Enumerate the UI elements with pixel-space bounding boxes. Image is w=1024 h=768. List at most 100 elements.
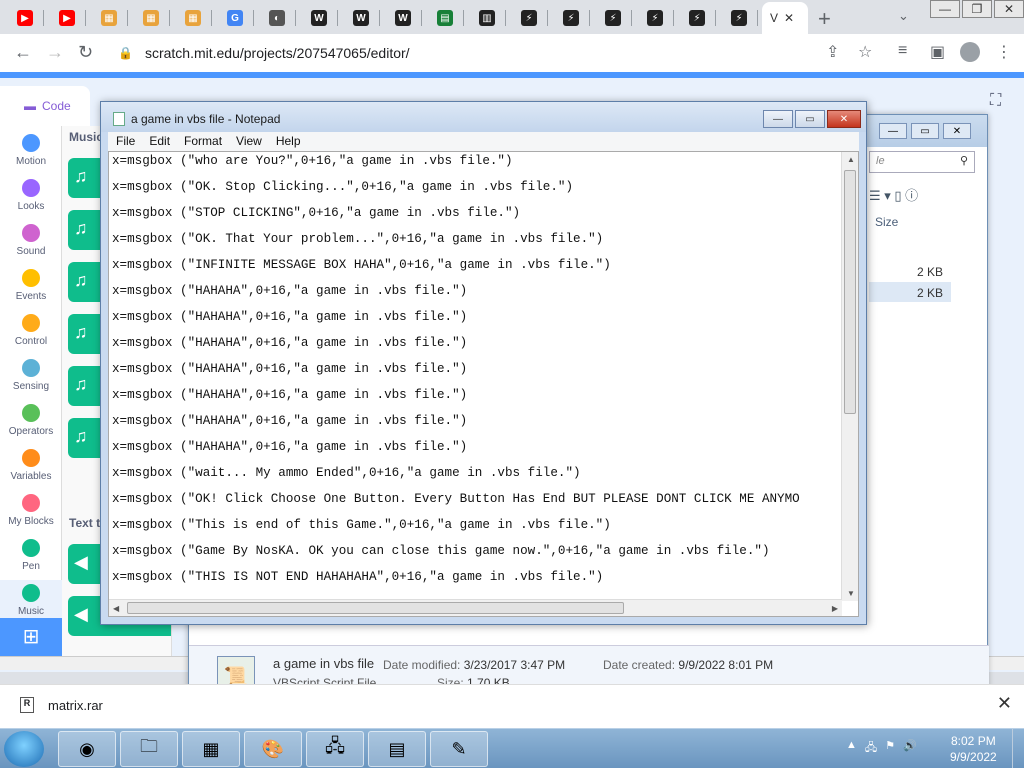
menu-help[interactable]: Help: [276, 132, 301, 151]
menu-file[interactable]: File: [116, 132, 135, 151]
close-button[interactable]: ✕: [943, 123, 971, 139]
vertical-scrollbar[interactable]: ▲ ▼: [841, 152, 858, 601]
browser-tab[interactable]: ⚡: [636, 4, 674, 32]
category-operators[interactable]: Operators: [0, 400, 62, 445]
category-my-blocks[interactable]: My Blocks: [0, 490, 62, 535]
scroll-up-arrow-icon[interactable]: ▲: [847, 155, 855, 164]
address-bar[interactable]: 🔒 scratch.mit.edu/projects/207547065/edi…: [108, 38, 878, 68]
new-tab-button[interactable]: +: [818, 6, 831, 32]
browser-tab[interactable]: ⚡: [510, 4, 548, 32]
browser-tab[interactable]: ⚡: [594, 4, 632, 32]
browser-tab[interactable]: ▶: [48, 4, 86, 32]
modified-value: 3/23/2017 3:47 PM: [463, 658, 566, 672]
browser-tab[interactable]: ⚡: [678, 4, 716, 32]
maximize-button[interactable]: ▭: [911, 123, 939, 139]
close-tab-icon[interactable]: ✕: [784, 11, 794, 25]
tab-separator: [463, 10, 464, 26]
horizontal-scrollbar[interactable]: ◀ ▶: [109, 599, 842, 616]
back-arrow-icon[interactable]: ←: [14, 42, 32, 63]
scroll-left-arrow-icon[interactable]: ◀: [113, 604, 119, 613]
menu-format[interactable]: Format: [184, 132, 222, 151]
scratch-icon: ▦: [143, 10, 159, 26]
category-looks[interactable]: Looks: [0, 175, 62, 220]
google-icon: G: [227, 10, 243, 26]
forward-arrow-icon[interactable]: →: [46, 42, 64, 63]
close-button[interactable]: ✕: [827, 110, 861, 128]
column-header-size[interactable]: Size: [875, 215, 898, 229]
browser-tab[interactable]: ▦: [132, 4, 170, 32]
start-button[interactable]: [4, 731, 44, 767]
restore-button[interactable]: ❐: [962, 0, 992, 18]
chrome-taskbar-icon[interactable]: ◉: [58, 731, 116, 767]
browser-tab[interactable]: G: [216, 4, 254, 32]
close-window-button[interactable]: ✕: [994, 0, 1024, 18]
category-pen[interactable]: Pen: [0, 535, 62, 580]
category-events[interactable]: Events: [0, 265, 62, 310]
browser-tab[interactable]: ⚡: [720, 4, 758, 32]
scroll-down-arrow-icon[interactable]: ▼: [847, 589, 855, 598]
browser-tab[interactable]: ◐: [258, 4, 296, 32]
fullscreen-icon[interactable]: ⛶: [990, 92, 1001, 110]
explorer-taskbar-icon[interactable]: 🗀: [120, 731, 178, 767]
browser-tab[interactable]: ⚡: [552, 4, 590, 32]
reload-icon[interactable]: ↻: [78, 42, 93, 63]
url-text: scratch.mit.edu/projects/207547065/edito…: [144, 45, 410, 61]
cmd-taskbar-icon[interactable]: ▤: [368, 731, 426, 767]
notepad-text-area[interactable]: x=msgbox ("who are You?",0+16,"a game in…: [108, 151, 859, 617]
view-options-icon[interactable]: ☰ ▾ ▯ ⓘ: [869, 185, 918, 204]
active-tab[interactable]: V ✕: [762, 2, 808, 34]
scroll-right-arrow-icon[interactable]: ▶: [832, 604, 838, 613]
taskbar: ◉ 🗀 ▦ 🎨 🖧 ▤ ✎ ▲ 🖧 ⚑ 🔊 8:02 PM 9/9/2022: [0, 728, 1024, 768]
paint-taskbar-icon[interactable]: 🎨: [244, 731, 302, 767]
category-control[interactable]: Control: [0, 310, 62, 355]
add-extension-button[interactable]: ⊞: [0, 618, 62, 656]
browser-tab[interactable]: ▦: [90, 4, 128, 32]
tab-separator: [589, 10, 590, 26]
profile-avatar[interactable]: [960, 42, 980, 62]
close-download-shelf-icon[interactable]: ✕: [997, 693, 1012, 714]
notepad-titlebar[interactable]: a game in vbs file - Notepad: [101, 102, 866, 132]
browser-tab[interactable]: W: [342, 4, 380, 32]
action-center-icon[interactable]: ⚑: [885, 739, 895, 758]
menu-kebab-icon[interactable]: ⋮: [996, 42, 1012, 62]
media-controls-icon[interactable]: ≡: [898, 42, 907, 60]
category-label: Events: [15, 291, 47, 302]
explorer-search-input[interactable]: le ⚲: [869, 151, 975, 173]
category-motion[interactable]: Motion: [0, 130, 62, 175]
browser-tabstrip: ▶ ▶ ▦ ▦ ▦ G ◐ W W W ▤ ▥ ⚡ ⚡ ⚡ ⚡ ⚡ ⚡ V ✕ + ⌄ — ❐ ✕: [0, 0, 1024, 34]
tab-code[interactable]: ▬ Code: [0, 86, 90, 126]
browser-tab[interactable]: ▥: [468, 4, 506, 32]
minimize-button[interactable]: —: [879, 123, 907, 139]
download-item[interactable]: R matrix.rar: [20, 697, 103, 713]
tab-separator: [169, 10, 170, 26]
share-icon[interactable]: ⇪: [826, 42, 839, 62]
show-hidden-icons[interactable]: ▲: [846, 739, 857, 758]
notepad-taskbar-icon[interactable]: ✎: [430, 731, 488, 767]
volume-icon[interactable]: 🔊: [903, 739, 917, 758]
network-icon[interactable]: 🖧: [865, 739, 877, 758]
vertical-scroll-thumb[interactable]: [844, 170, 856, 414]
browser-tab[interactable]: ▦: [174, 4, 212, 32]
category-variables[interactable]: Variables: [0, 445, 62, 490]
horizontal-scroll-thumb[interactable]: [127, 602, 624, 614]
category-sensing[interactable]: Sensing: [0, 355, 62, 400]
browser-tab[interactable]: W: [300, 4, 338, 32]
browser-tab[interactable]: W: [384, 4, 422, 32]
minimize-button[interactable]: —: [930, 0, 960, 18]
network-taskbar-icon[interactable]: 🖧: [306, 731, 364, 767]
taskbar-clock[interactable]: 8:02 PM 9/9/2022: [950, 733, 997, 765]
menu-view[interactable]: View: [236, 132, 262, 151]
browser-tab[interactable]: ▤: [426, 4, 464, 32]
side-panel-icon[interactable]: ▣: [930, 42, 945, 62]
control-panel-taskbar-icon[interactable]: ▦: [182, 731, 240, 767]
show-desktop-button[interactable]: [1012, 729, 1024, 768]
browser-tab[interactable]: ▶: [6, 4, 44, 32]
maximize-button[interactable]: ▭: [795, 110, 825, 128]
menu-edit[interactable]: Edit: [149, 132, 170, 151]
minimize-button[interactable]: —: [763, 110, 793, 128]
bookmark-star-icon[interactable]: ☆: [858, 42, 872, 62]
category-sound[interactable]: Sound: [0, 220, 62, 265]
category-menu: Motion Looks Sound Events Control Sensing Oper…: [0, 126, 62, 656]
tab-search-chevron-icon[interactable]: ⌄: [898, 8, 909, 24]
tab-separator: [337, 10, 338, 26]
